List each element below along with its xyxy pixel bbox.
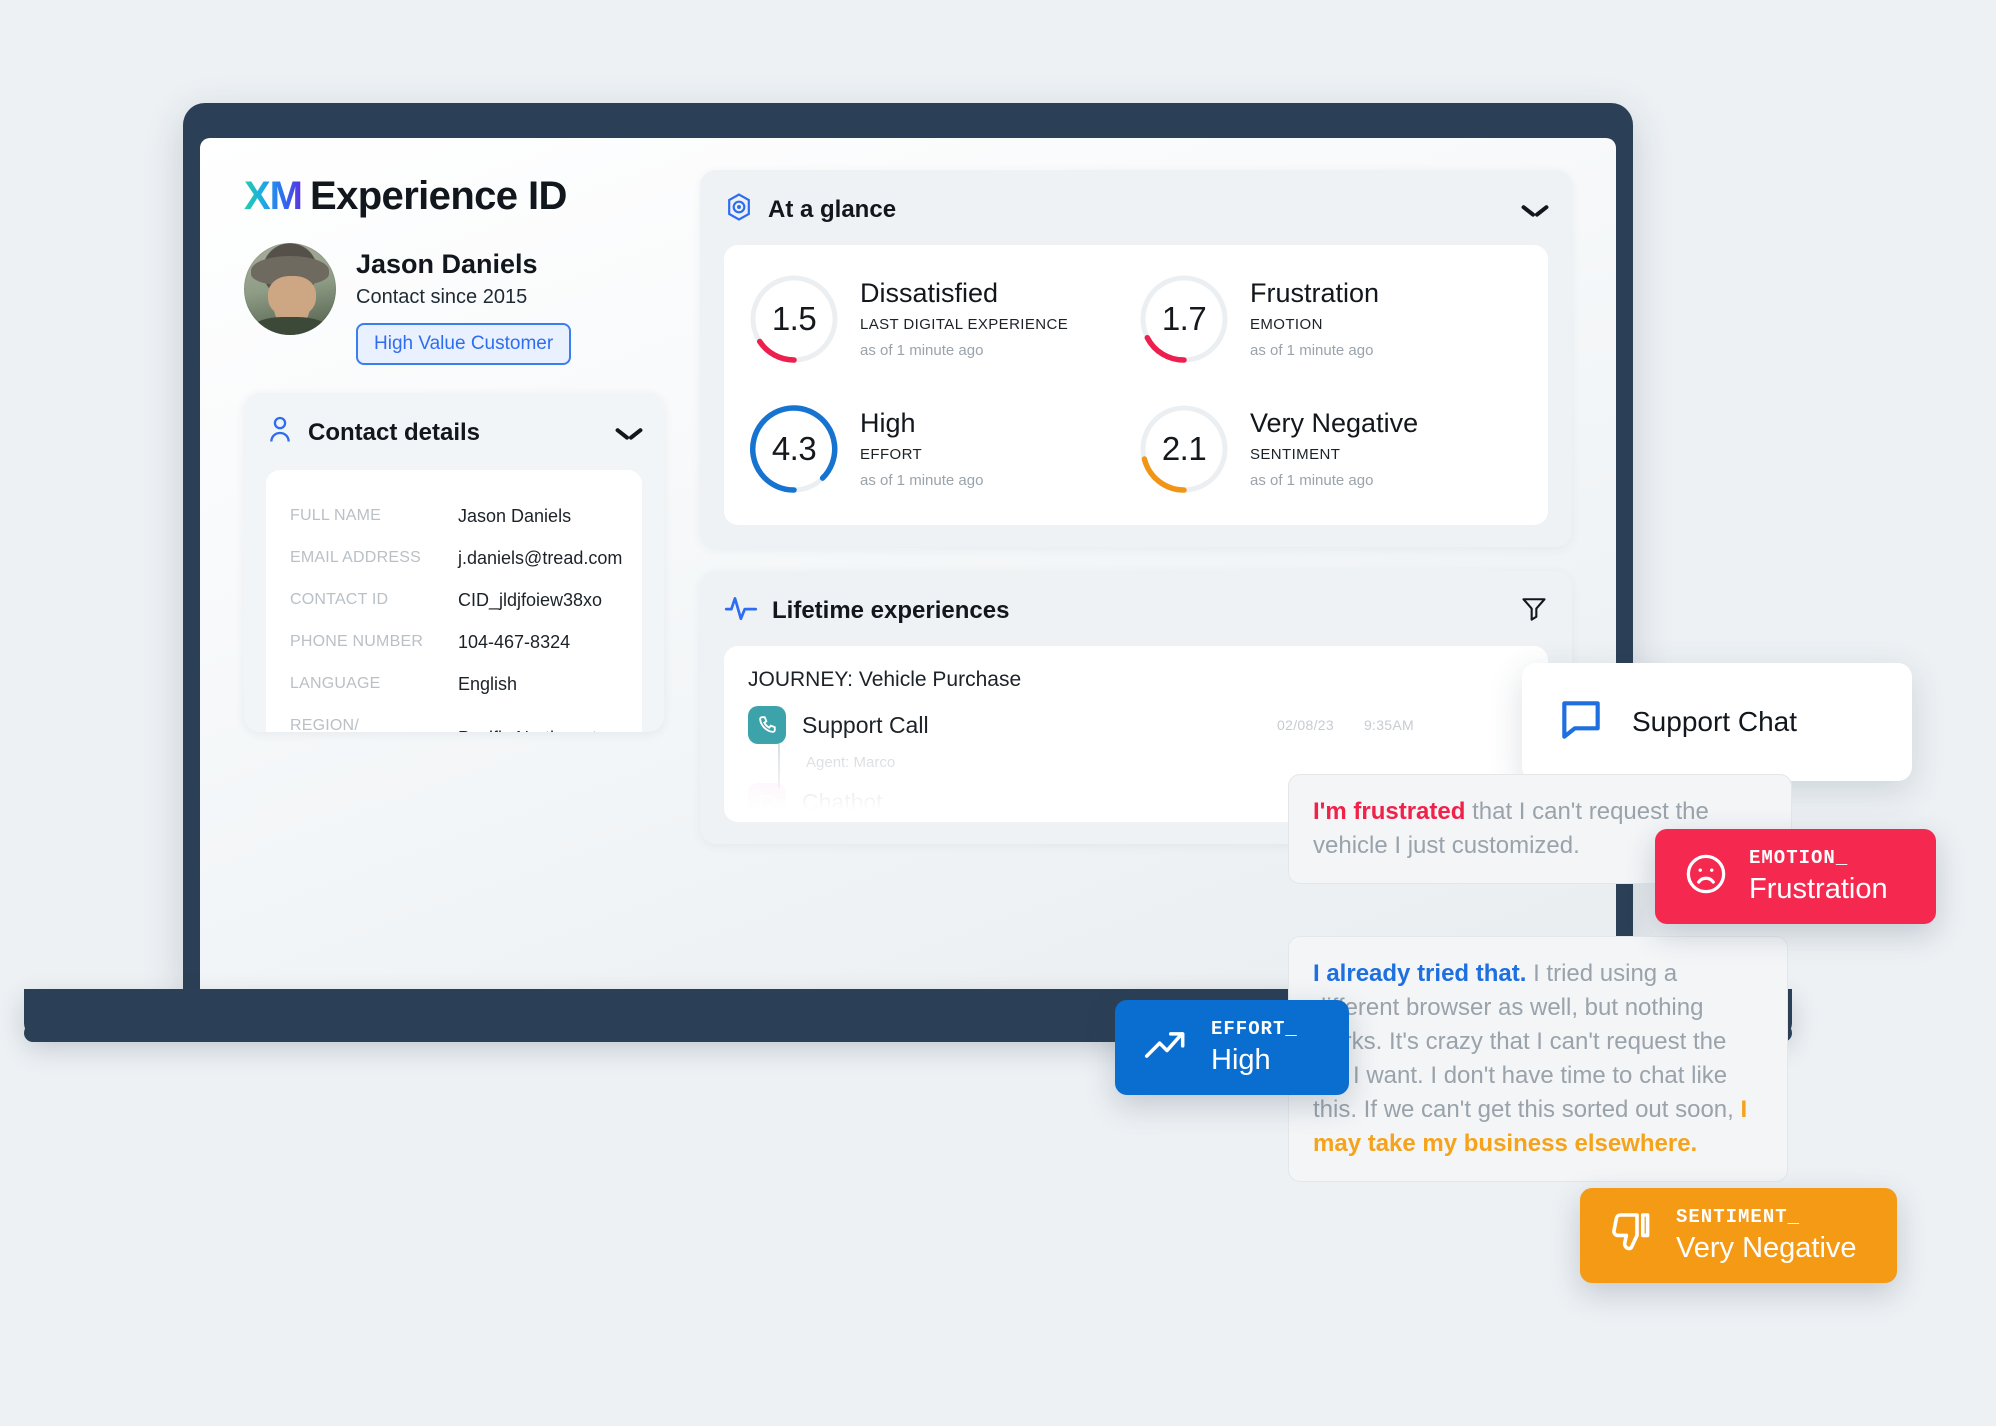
detail-row: FULL NAME Jason Daniels: [290, 506, 618, 527]
gauge-dissatisfied: 1.5: [746, 271, 842, 367]
trend-up-icon: [1143, 1023, 1191, 1072]
chat-bubble-icon: [1556, 695, 1606, 750]
badge-value: High: [1211, 1044, 1271, 1076]
contact-details-header[interactable]: Contact details: [266, 415, 642, 450]
metric-label: High: [860, 408, 916, 439]
status-badge-high-value[interactable]: High Value Customer: [356, 323, 572, 365]
chat-bubble-2: I already tried that. I tried using a di…: [1288, 936, 1788, 1183]
sad-face-icon: [1683, 851, 1729, 902]
detail-row: PHONE NUMBER 104-467-8324: [290, 632, 618, 653]
avatar: [244, 243, 336, 335]
gauge-sentiment: 2.1: [1136, 401, 1232, 497]
experience-name: Support Call: [802, 711, 929, 738]
support-chat-card[interactable]: Support Chat: [1522, 663, 1912, 781]
experience-date: 02/08/23: [1277, 717, 1334, 733]
experience-row[interactable]: Support Call 02/08/23 9:35AM: [748, 706, 1524, 744]
person-icon: [266, 415, 294, 450]
experience-time: 9:35AM: [1363, 717, 1414, 733]
pulse-icon: [724, 593, 758, 628]
metric-sublabel: LAST DIGITAL EXPERIENCE: [860, 315, 1069, 333]
lifetime-experiences-header: Lifetime experiences: [724, 593, 1548, 628]
main-column: At a glance 1.5 Dissatisfied LAST DIGITA…: [700, 170, 1572, 844]
thumbs-down-icon: [1608, 1209, 1656, 1262]
detail-value: Jason Daniels: [458, 506, 572, 526]
profile-name: Jason Daniels: [356, 249, 538, 279]
metric-label: Dissatisfied: [860, 278, 999, 309]
gauge-value: 1.7: [1161, 300, 1207, 337]
at-a-glance-title: At a glance: [768, 195, 897, 223]
detail-label: FULL NAME: [290, 507, 382, 524]
chat-highlight: I'm frustrated: [1313, 798, 1466, 825]
phone-icon: [748, 706, 786, 744]
profile-since: Contact since 2015: [356, 286, 528, 308]
badge-key: SENTIMENT_: [1676, 1206, 1801, 1228]
at-a-glance-header[interactable]: At a glance: [724, 192, 1548, 227]
xm-logo: XM: [244, 174, 303, 218]
metric-timestamp: as of 1 minute ago: [1250, 471, 1374, 489]
eye-target-icon: [724, 192, 754, 227]
detail-value: j.daniels@tread.com: [458, 548, 623, 568]
detail-row: REGION/ GEOLOCATION Pacific Northwest, U…: [290, 716, 618, 732]
journey-label: JOURNEY: Vehicle Purchase: [748, 668, 1022, 691]
detail-value: English: [458, 674, 518, 694]
contact-details-card: Contact details FULL NAME Jason Daniels …: [244, 393, 664, 732]
metric-card[interactable]: 1.7 Frustration EMOTION as of 1 minute a…: [1136, 271, 1526, 367]
metric-sublabel: EMOTION: [1250, 315, 1323, 333]
metric-card[interactable]: 2.1 Very Negative SENTIMENT as of 1 minu…: [1136, 401, 1526, 497]
badge-emotion[interactable]: EMOTION_ Frustration: [1655, 829, 1936, 924]
chevron-down-icon[interactable]: [1522, 202, 1548, 218]
gauge-value: 4.3: [771, 430, 817, 467]
detail-label: PHONE NUMBER: [290, 633, 424, 650]
chevron-down-icon[interactable]: [616, 425, 642, 441]
contact-details-body: FULL NAME Jason Daniels EMAIL ADDRESS j.…: [266, 470, 642, 732]
detail-row: LANGUAGE English: [290, 674, 618, 695]
support-chat-label: Support Chat: [1632, 706, 1797, 737]
metric-sublabel: SENTIMENT: [1250, 445, 1341, 463]
detail-label: LANGUAGE: [290, 675, 381, 692]
metric-card[interactable]: 4.3 High EFFORT as of 1 minute ago: [746, 401, 1136, 497]
metric-timestamp: as of 1 minute ago: [860, 341, 984, 359]
page-title: Experience ID: [310, 174, 567, 218]
metrics-grid: 1.5 Dissatisfied LAST DIGITAL EXPERIENCE…: [724, 245, 1548, 525]
detail-row: EMAIL ADDRESS j.daniels@tread.com: [290, 548, 622, 569]
badge-value: Frustration: [1749, 873, 1888, 905]
lifetime-experiences-title: Lifetime experiences: [772, 596, 1010, 624]
contact-details-title: Contact details: [308, 418, 481, 446]
filter-funnel-icon[interactable]: [1520, 594, 1548, 627]
badge-key: EFFORT_: [1211, 1018, 1298, 1040]
metric-timestamp: as of 1 minute ago: [1250, 341, 1374, 359]
profile-summary: Jason Daniels Contact since 2015 High Va…: [244, 243, 664, 365]
screenshot-root: XM Experience ID Jason Daniels Contact s…: [0, 0, 1996, 1426]
metric-sublabel: EFFORT: [860, 445, 923, 463]
gauge-effort: 4.3: [746, 401, 842, 497]
profile-column: XM Experience ID Jason Daniels Contact s…: [244, 174, 664, 732]
gauge-value: 1.5: [771, 300, 817, 337]
badge-sentiment[interactable]: SENTIMENT_ Very Negative: [1580, 1188, 1897, 1283]
metric-label: Frustration: [1250, 278, 1380, 309]
detail-label: EMAIL ADDRESS: [290, 549, 421, 566]
metric-timestamp: as of 1 minute ago: [860, 471, 984, 489]
gauge-frustration: 1.7: [1136, 271, 1232, 367]
badge-effort[interactable]: EFFORT_ High: [1115, 1000, 1349, 1095]
gauge-value: 2.1: [1161, 430, 1207, 467]
badge-value: Very Negative: [1676, 1232, 1857, 1264]
badge-key: EMOTION_: [1749, 847, 1849, 869]
detail-value: CID_jldjfoiew38xo: [458, 590, 603, 610]
brand-header: XM Experience ID: [244, 174, 664, 219]
detail-value: Pacific Northwest, USA: [458, 716, 618, 732]
metric-label: Very Negative: [1250, 408, 1419, 439]
detail-label: CONTACT ID: [290, 591, 389, 608]
detail-value: 104-467-8324: [458, 632, 571, 652]
metric-card[interactable]: 1.5 Dissatisfied LAST DIGITAL EXPERIENCE…: [746, 271, 1136, 367]
detail-label: REGION/ GEOLOCATION: [290, 717, 359, 732]
at-a-glance-panel: At a glance 1.5 Dissatisfied LAST DIGITA…: [700, 170, 1572, 547]
chat-highlight: I already tried that.: [1313, 960, 1527, 987]
detail-row: CONTACT ID CID_jldjfoiew38xo: [290, 590, 618, 611]
